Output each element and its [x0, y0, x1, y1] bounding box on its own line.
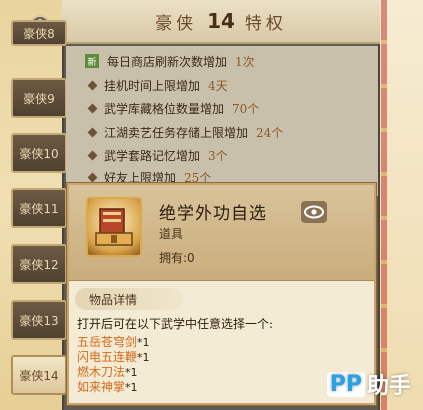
- book-chest-icon: [95, 208, 133, 246]
- perk-row: 江湖卖艺任务存储上限增加 24个: [85, 121, 375, 143]
- eye-icon: [304, 205, 324, 219]
- tab-vip-8[interactable]: 豪侠8: [11, 20, 67, 46]
- diamond-icon: [87, 150, 98, 160]
- background-right: [373, 0, 423, 410]
- tab-vip-13[interactable]: 豪侠13: [11, 300, 67, 340]
- new-icon: 新: [85, 54, 99, 68]
- tab-item-details[interactable]: 物品详情: [75, 288, 183, 310]
- page-title: 豪侠 14 特权: [62, 0, 380, 44]
- preview-button[interactable]: [301, 201, 327, 223]
- title-left: 豪侠: [155, 13, 198, 34]
- item-owned: 拥有:0: [159, 251, 195, 265]
- perk-row: 新 每日商店刷新次数增加 1次: [85, 50, 375, 72]
- item-name: 绝学外功自选: [159, 204, 267, 224]
- tab-vip-14[interactable]: 豪侠14: [11, 355, 67, 395]
- list-item: 如来神掌*1: [77, 380, 138, 394]
- title-right: 特权: [244, 13, 287, 34]
- tab-vip-12[interactable]: 豪侠12: [11, 244, 67, 284]
- item-description: 打开后可在以下武学中任意选择一个:: [77, 317, 274, 331]
- item-icon: [86, 197, 142, 257]
- perk-row: 挂机时间上限增加 4天: [85, 74, 375, 96]
- popup-header: 绝学外功自选 道具 拥有:0: [69, 185, 374, 281]
- item-type: 道具: [159, 227, 184, 241]
- title-level: 14: [207, 9, 235, 33]
- perk-row: 武学套路记忆增加 3个: [85, 144, 375, 166]
- tab-vip-9[interactable]: 豪侠9: [11, 78, 67, 118]
- perk-row: 武学库藏格位数量增加 70个: [85, 97, 375, 119]
- diamond-icon: [87, 127, 98, 137]
- diamond-icon: [87, 172, 98, 182]
- diamond-icon: [87, 80, 98, 90]
- tab-vip-11[interactable]: 豪侠11: [11, 188, 67, 228]
- diamond-icon: [87, 103, 98, 113]
- tab-vip-10[interactable]: 豪侠10: [11, 133, 67, 173]
- watermark-logo: PP 助手: [326, 368, 411, 400]
